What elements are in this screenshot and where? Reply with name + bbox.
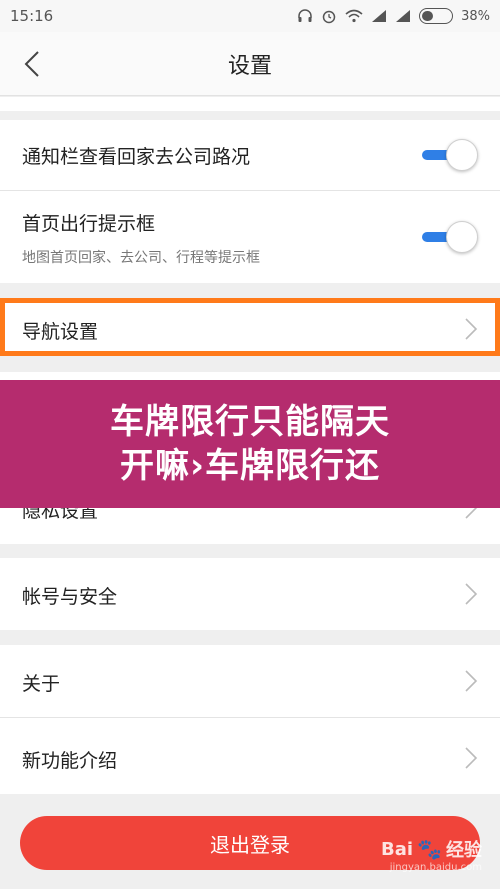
- status-icons: 38%: [297, 8, 490, 24]
- row-label: 导航设置: [22, 321, 99, 343]
- watermark-brand: Bai: [381, 838, 414, 860]
- chevron-right-icon: [465, 747, 478, 769]
- row-sublabel: 地图首页回家、去公司、行程等提示框: [22, 250, 260, 266]
- toggle-knob: [446, 139, 478, 171]
- home-prompt-toggle[interactable]: [420, 221, 478, 253]
- toggle-knob: [446, 221, 478, 253]
- settings-row-home-prompt[interactable]: 首页出行提示框 地图首页回家、去公司、行程等提示框: [0, 191, 500, 283]
- row-label: 首页出行提示框: [22, 213, 156, 235]
- notify-toggle[interactable]: [420, 139, 478, 171]
- chevron-right-icon: [465, 670, 478, 692]
- banner-line-2: 开嘛›车牌限行还: [119, 446, 380, 486]
- chevron-right-icon: [465, 318, 478, 340]
- row-label: 帐号与安全: [22, 586, 118, 608]
- baidu-watermark: Bai 🐾 经验 jingyan.baidu.com: [381, 836, 482, 873]
- watermark-brand-2: 经验: [446, 840, 482, 861]
- row-label: 关于: [22, 673, 61, 695]
- settings-row-about[interactable]: 关于: [0, 645, 500, 717]
- settings-row-navigation[interactable]: 导航设置: [0, 303, 500, 353]
- settings-row-notify[interactable]: 通知栏查看回家去公司路况: [0, 120, 500, 190]
- settings-row-account[interactable]: 帐号与安全: [0, 558, 500, 630]
- chevron-right-icon: [465, 583, 478, 605]
- headset-icon: [298, 9, 312, 22]
- watermark-url: jingyan.baidu.com: [389, 862, 482, 873]
- battery-icon: [419, 8, 454, 24]
- overlay-banner: 车牌限行只能隔天 开嘛›车牌限行还: [0, 380, 500, 508]
- section-top-strip: [0, 97, 500, 111]
- settings-row-new-features[interactable]: 新功能介绍: [0, 718, 500, 794]
- row-label: 新功能介绍: [22, 750, 118, 772]
- status-bar: 15:16 38%: [0, 0, 500, 32]
- top-bar: 设置: [0, 32, 500, 96]
- wifi-icon: [345, 9, 363, 23]
- battery-percent: 38%: [461, 8, 490, 24]
- row-label: 通知栏查看回家去公司路况: [22, 146, 251, 168]
- alarm-icon: [322, 10, 336, 24]
- signal-icon: [372, 10, 387, 22]
- paw-icon: 🐾: [417, 837, 442, 861]
- status-time: 15:16: [10, 7, 54, 25]
- banner-line-1: 车牌限行只能隔天: [110, 402, 390, 442]
- page-title: 设置: [227, 54, 272, 79]
- signal-icon-2: [396, 10, 411, 22]
